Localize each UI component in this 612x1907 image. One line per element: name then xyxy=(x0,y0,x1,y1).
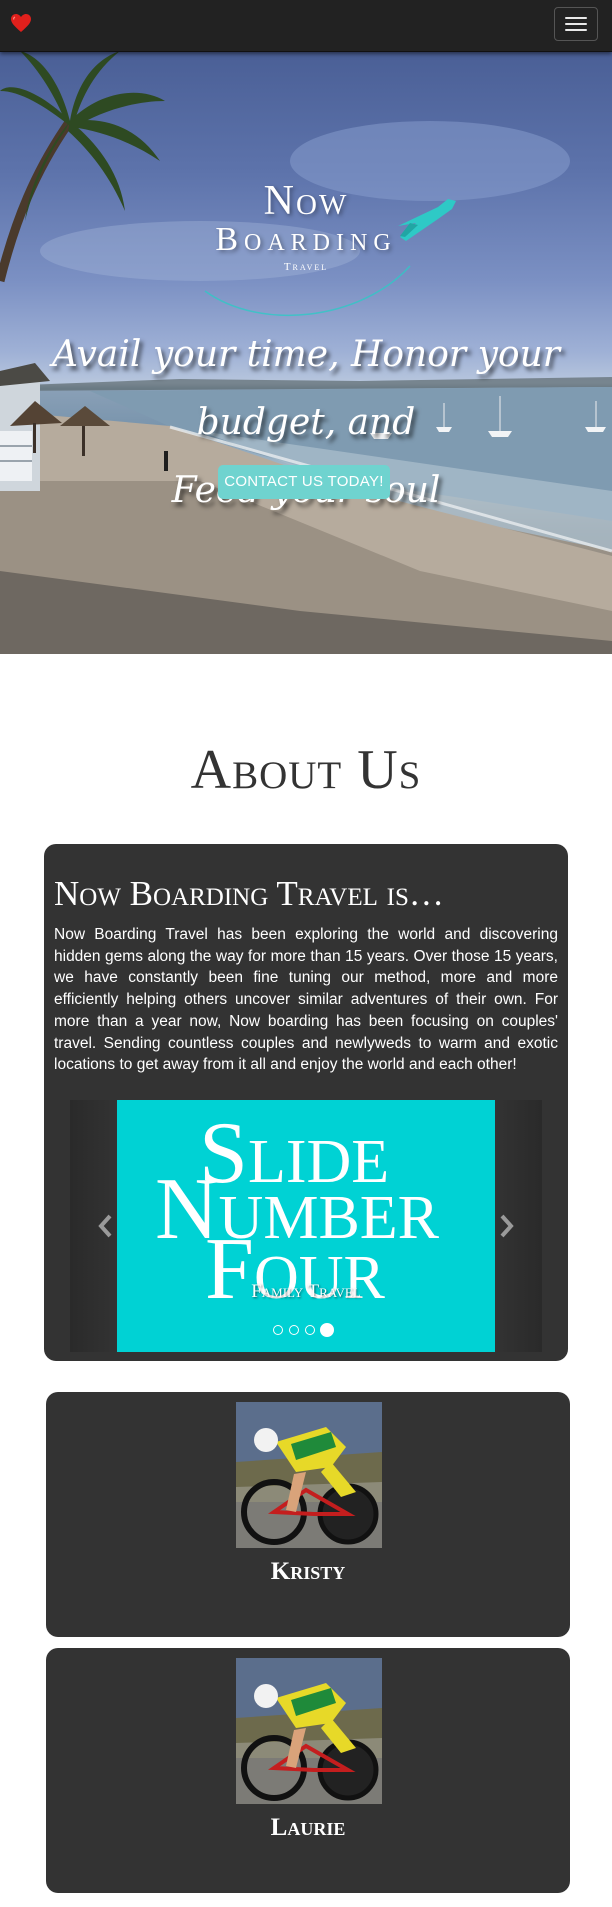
carousel-indicator-3[interactable] xyxy=(305,1325,315,1335)
tagline-line-1: Avail your time, Honor your budget, and xyxy=(52,334,560,443)
about-card: Now Boarding Travel is… Now Boarding Tra… xyxy=(44,844,568,1361)
image-carousel: Slide Number Four Family Travel xyxy=(70,1100,542,1352)
team-card-kristy: Kristy xyxy=(46,1392,570,1637)
carousel-indicator-1[interactable] xyxy=(273,1325,283,1335)
heart-icon[interactable] xyxy=(9,11,33,35)
carousel-indicators xyxy=(273,1323,363,1339)
carousel-slide: Slide Number Four Family Travel xyxy=(117,1100,495,1352)
team-card-laurie: Laurie xyxy=(46,1648,570,1893)
about-description: Now Boarding Travel has been exploring t… xyxy=(54,926,558,1074)
team-member-name: Laurie xyxy=(270,1814,346,1841)
about-heading: Now Boarding Travel is… xyxy=(54,874,444,913)
chevron-right-icon[interactable] xyxy=(496,1212,516,1240)
team-member-name: Kristy xyxy=(270,1558,346,1585)
carousel-indicator-4[interactable] xyxy=(320,1323,334,1337)
airplane-icon xyxy=(204,199,456,316)
chevron-left-icon[interactable] xyxy=(96,1212,116,1240)
hamburger-bar xyxy=(565,23,587,25)
about-us-title: About Us xyxy=(190,739,422,801)
cyclist-photo xyxy=(236,1402,382,1548)
navbar xyxy=(0,0,612,52)
hamburger-bar xyxy=(565,29,587,31)
carousel-indicator-2[interactable] xyxy=(289,1325,299,1335)
hamburger-menu-button[interactable] xyxy=(554,7,598,41)
hamburger-menu-icon xyxy=(565,17,587,19)
slide-caption: Family Travel xyxy=(251,1281,361,1302)
cyclist-photo xyxy=(236,1658,382,1804)
hero-banner: Now Boarding Travel Avail your time, Hon… xyxy=(0,51,612,654)
contact-us-button[interactable]: CONTACT US TODAY! xyxy=(218,465,390,499)
